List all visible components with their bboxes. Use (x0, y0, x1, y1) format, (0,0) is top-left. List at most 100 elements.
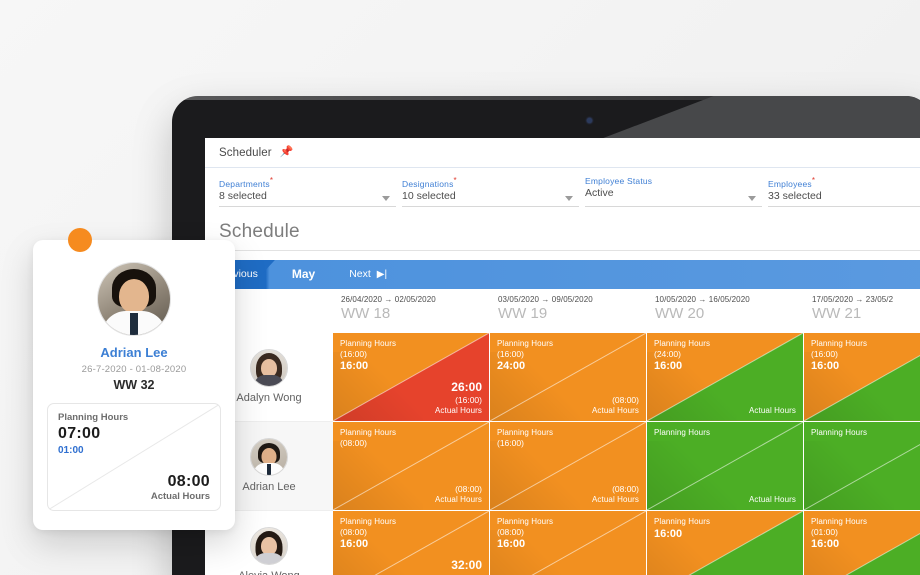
schedule-cell[interactable]: Planning Hours Actual Hours (647, 421, 803, 511)
planning-hours-label: Planning Hours (811, 516, 868, 526)
filter-employees[interactable]: Employees* 33 selected (768, 176, 920, 207)
planning-hours-block: Planning Hours (654, 428, 710, 439)
filter-designations-value: 10 selected (402, 189, 456, 202)
planning-hours-value: 16:00 (340, 538, 369, 551)
card-employee-name: Adrian Lee (100, 345, 168, 360)
actual-hours-value: 26:00 (451, 380, 482, 395)
avatar-male-1 (251, 439, 287, 476)
week-column-ww20: 10/05/2020 → 16/05/2020 WW 20 Planning H… (647, 288, 804, 575)
avatar-female-2 (251, 528, 287, 565)
planning-hours-block: Planning Hours (08:00) (340, 428, 396, 450)
week-column-ww19: 03/05/2020 → 09/05/2020 WW 19 Planning H… (490, 288, 647, 575)
week-range: 10/05/2020 → 16/05/2020 (655, 294, 750, 304)
schedule-cell[interactable]: Planning Hours (16:00) (08:00) Actual Ho… (490, 421, 646, 511)
planning-hours-label: Planning Hours (811, 338, 868, 348)
avatar (250, 438, 288, 477)
week-column-ww21: 17/05/2020 → 23/05/2 WW 21 Planning Hour… (804, 288, 920, 575)
filter-designations-label: Designations* (402, 176, 457, 189)
actual-hours-paren: (08:00) (612, 395, 639, 406)
current-month-label: May (291, 267, 316, 282)
card-date-range: 26-7-2020 - 01-08-2020 (81, 364, 187, 375)
planning-hours-value: 16:00 (340, 360, 369, 373)
schedule-cell[interactable]: Planning Hours (804, 421, 920, 511)
week-name: WW 19 (498, 304, 548, 322)
required-marker: * (811, 176, 816, 185)
schedule-cell[interactable]: Planning Hours (16:00) 24:00 (08:00) Act… (490, 332, 646, 422)
filter-employee-status-value: Active (585, 187, 614, 199)
schedule-cell[interactable]: Planning Hours (24:00) 16:00 Actual Hour… (647, 332, 803, 422)
schedule-cell[interactable]: Planning Hours (01:00) 16:00 (804, 510, 920, 575)
schedule-cell[interactable]: Planning Hours (08:00) 16:00 (08:00) Act… (490, 510, 646, 575)
page-title: Schedule (219, 221, 920, 251)
filter-designations[interactable]: Designations* 10 selected (402, 176, 579, 207)
filter-employee-status[interactable]: Employee Status Active (585, 176, 762, 207)
planning-hours-block: Planning Hours 16:00 (654, 517, 710, 542)
card-actual-label: Actual Hours (150, 491, 210, 502)
planning-hours-paren: (08:00) (340, 437, 367, 448)
employee-detail-card[interactable]: Adrian Lee 26-7-2020 - 01-08-2020 WW 32 … (33, 228, 235, 530)
play-triangle-icon: ▶| (376, 269, 388, 281)
planning-hours-label: Planning Hours (654, 427, 711, 437)
week-header: 10/05/2020 → 16/05/2020 WW 20 (647, 288, 803, 333)
planning-hours-value: 16:00 (654, 527, 683, 540)
planning-hours-paren: (01:00) (811, 526, 838, 537)
card-planning-sub: 01:00 (58, 445, 84, 456)
planning-hours-block: Planning Hours (16:00) 16:00 (340, 339, 396, 374)
planning-hours-block: Planning Hours (24:00) 16:00 (654, 339, 710, 374)
pin-icon[interactable]: 📌 (280, 147, 294, 158)
chevron-down-icon[interactable] (748, 195, 756, 201)
employee-name: Alevia Wong (238, 570, 300, 575)
week-name: WW 18 (341, 304, 391, 322)
week-range: 26/04/2020 → 02/05/2020 (341, 294, 436, 304)
week-header: 26/04/2020 → 02/05/2020 WW 18 (333, 288, 489, 333)
actual-hours-block: (08:00) Actual Hours (592, 484, 639, 505)
planning-hours-paren: (16:00) (497, 437, 524, 448)
planning-hours-block: Planning Hours (16:00) (497, 428, 553, 450)
planning-hours-paren: (08:00) (497, 526, 524, 537)
required-marker: * (453, 176, 457, 185)
card-hours-panel: Planning Hours 07:00 01:00 08:00 Actual … (47, 403, 221, 511)
avatar-female-1 (251, 350, 287, 387)
planning-hours-value: 16:00 (497, 538, 526, 551)
schedule-cell[interactable]: Planning Hours (16:00) 16:00 (804, 332, 920, 422)
planning-hours-label: Planning Hours (497, 427, 554, 437)
card-actual-value: 08:00 (167, 473, 210, 490)
week-range: 03/05/2020 → 09/05/2020 (498, 294, 593, 304)
card-week-label: WW 32 (113, 378, 155, 392)
tablet-screen: Scheduler 📌 Departments* 8 selected Desi… (205, 138, 920, 575)
planning-hours-block: Planning Hours (08:00) 16:00 (340, 517, 396, 552)
employee-name: Adrian Lee (242, 481, 296, 494)
schedule-cell[interactable]: Planning Hours (16:00) 16:00 26:00 (16:0… (333, 332, 489, 422)
week-name: WW 21 (812, 304, 862, 322)
filter-departments[interactable]: Departments* 8 selected (219, 176, 396, 207)
planning-hours-block: Planning Hours (811, 428, 867, 439)
planning-hours-block: Planning Hours (16:00) 24:00 (497, 339, 553, 374)
tablet-device: Scheduler 📌 Departments* 8 selected Desi… (172, 96, 920, 575)
actual-hours-paren: (08:00) (455, 484, 482, 495)
bezel-top-facet (587, 96, 920, 144)
schedule-cell[interactable]: Planning Hours (08:00) 16:00 32:00 (08:0… (333, 510, 489, 575)
app-title: Scheduler (219, 146, 272, 159)
schedule-cell[interactable]: Planning Hours 16:00 Actual Hours (647, 510, 803, 575)
schedule-grid: Adalyn Wong Adrian Lee 26/04/2020 → 02/0… (205, 288, 920, 575)
chevron-down-icon[interactable] (565, 195, 573, 201)
planning-hours-block: Planning Hours (16:00) 16:00 (811, 339, 867, 374)
card-planning-block: Planning Hours 07:00 01:00 (58, 412, 128, 456)
actual-hours-block: (08:00) Actual Hours (435, 484, 482, 505)
actual-hours-label: Actual Hours (435, 494, 482, 504)
filter-row: Departments* 8 selected Designations* 10… (205, 168, 920, 207)
actual-hours-label: Actual Hours (592, 405, 639, 415)
actual-hours-block: 32:00 (08:00) Actual Hours (435, 558, 482, 575)
filter-departments-value: 8 selected (219, 189, 267, 202)
schedule-cell[interactable]: Planning Hours (08:00) (08:00) Actual Ho… (333, 421, 489, 511)
planning-hours-label: Planning Hours (497, 338, 554, 348)
planning-hours-paren: (24:00) (654, 348, 681, 359)
chevron-down-icon[interactable] (382, 195, 390, 201)
card-planning-value: 07:00 (58, 425, 101, 442)
filter-employee-status-label: Employee Status (585, 176, 653, 186)
app-topbar: Scheduler 📌 (205, 138, 920, 168)
next-button[interactable]: Next ▶| (349, 268, 387, 280)
camera-icon (587, 118, 592, 123)
avatar (250, 349, 288, 388)
actual-hours-block: Actual Hours (749, 406, 796, 416)
